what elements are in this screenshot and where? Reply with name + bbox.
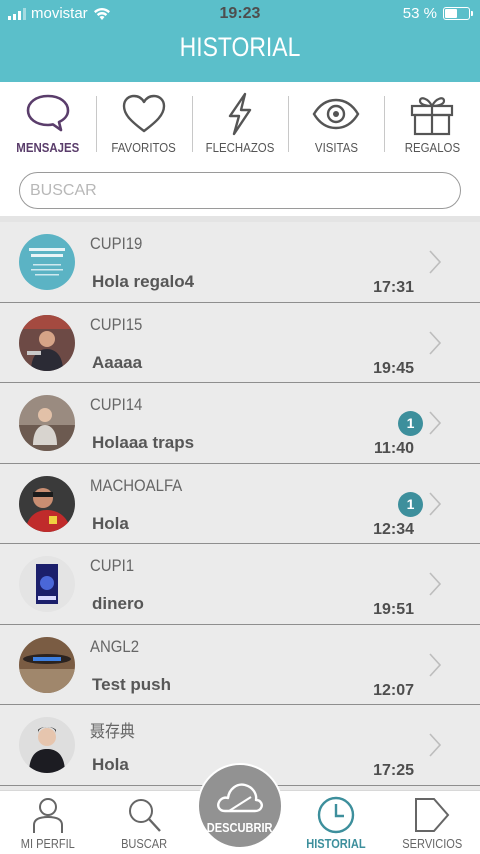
nav-label: BUSCAR <box>120 836 168 851</box>
tab-flechazos[interactable]: FLECHAZOS <box>192 82 288 160</box>
nav-servicios[interactable]: SERVICIOS <box>384 791 480 854</box>
avatar <box>19 475 75 532</box>
message-time: 17:31 <box>373 279 414 296</box>
gift-icon <box>410 97 454 136</box>
tab-visitas[interactable]: VISITAS <box>288 82 384 160</box>
avatar <box>19 314 75 371</box>
last-message: dinero <box>92 594 144 613</box>
avatar <box>19 717 75 773</box>
nav-label: SERVICIOS <box>402 836 462 851</box>
history-tabs: MENSAJES FAVORITOS FLECHAZOS VISITAS REG… <box>0 82 480 160</box>
conversation-row[interactable]: MACHOALFA Hola 12:34 1 <box>0 463 480 544</box>
page-title: HISTORIAL <box>179 32 301 62</box>
clock-icon <box>317 796 355 834</box>
last-message: Hola <box>92 513 129 533</box>
conversation-row[interactable]: CUPI19 Hola regalo4 17:31 <box>0 222 480 303</box>
contact-name: ANGL2 <box>90 636 140 656</box>
tab-mensajes[interactable]: MENSAJES <box>0 82 96 160</box>
unread-badge: 1 <box>398 411 423 436</box>
message-time: 12:07 <box>373 681 414 699</box>
battery-icon <box>443 7 473 20</box>
heart-icon <box>122 94 166 133</box>
header-bar: movistar 19:23 53 % HISTORIAL <box>0 0 480 82</box>
nav-mi-perfil[interactable]: MI PERFIL <box>0 791 96 854</box>
nav-label: HISTORIAL <box>306 836 366 851</box>
conversation-row[interactable]: ANGL2 Test push 12:07 <box>0 624 480 705</box>
tab-label: VISITAS <box>314 140 358 155</box>
chat-bubble-icon <box>26 94 70 132</box>
nav-historial[interactable]: HISTORIAL <box>288 791 384 854</box>
discover-button[interactable]: DESCUBRIR <box>197 763 283 849</box>
contact-name: CUPI19 <box>90 234 143 253</box>
last-message: Aaaaa <box>92 352 143 372</box>
chevron-right-icon <box>429 250 442 274</box>
tag-arrow-icon <box>415 798 450 832</box>
avatar <box>19 636 75 693</box>
tab-label: MENSAJES <box>16 140 80 155</box>
message-time: 11:40 <box>373 440 414 457</box>
chevron-right-icon <box>429 491 442 516</box>
lightning-icon <box>228 92 252 136</box>
last-message: Hola <box>92 755 129 774</box>
nav-buscar[interactable]: BUSCAR <box>96 791 192 854</box>
cloud-icon <box>217 783 263 813</box>
chevron-right-icon <box>429 572 442 596</box>
tab-label: FAVORITOS <box>111 140 177 155</box>
user-icon <box>33 798 63 833</box>
message-time: 19:51 <box>373 601 414 618</box>
search-input[interactable] <box>19 172 461 209</box>
contact-name: CUPI1 <box>90 556 135 575</box>
tab-label: FLECHAZOS <box>205 140 275 155</box>
message-time: 17:25 <box>373 762 414 779</box>
eye-icon <box>312 98 360 130</box>
tab-regalos[interactable]: REGALOS <box>384 82 480 160</box>
chevron-right-icon <box>429 330 442 355</box>
chevron-right-icon <box>429 652 442 677</box>
conversation-row[interactable]: CUPI15 Aaaaa 19:45 <box>0 302 480 383</box>
last-message: Test push <box>92 674 172 694</box>
tab-favoritos[interactable]: FAVORITOS <box>96 82 192 160</box>
unread-badge: 1 <box>398 491 423 517</box>
contact-name: MACHOALFA <box>90 475 183 495</box>
discover-label: DESCUBRIR <box>207 820 273 835</box>
contact-name: CUPI15 <box>90 314 143 334</box>
chevron-right-icon <box>429 411 442 435</box>
conversation-list[interactable]: CUPI19 Hola regalo4 17:31 CUPI15 Aaaaa 1… <box>0 222 480 790</box>
avatar <box>19 234 75 290</box>
chevron-right-icon <box>429 733 442 757</box>
status-bar: movistar 19:23 53 % <box>0 0 480 26</box>
conversation-row[interactable]: CUPI14 Holaaa traps 11:40 1 <box>0 383 480 464</box>
contact-name: CUPI14 <box>90 395 143 414</box>
avatar <box>19 556 75 612</box>
conversation-row[interactable]: CUPI1 dinero 19:51 <box>0 544 480 625</box>
nav-label: MI PERFIL <box>20 836 76 851</box>
contact-name: 聂存典 <box>90 722 135 741</box>
tab-label: REGALOS <box>404 140 460 155</box>
battery-percent: 53 % <box>402 5 437 22</box>
avatar <box>19 395 75 451</box>
last-message: Hola regalo4 <box>92 272 195 291</box>
message-time: 19:45 <box>373 359 414 377</box>
last-message: Holaaa traps <box>92 433 195 452</box>
search-icon <box>129 799 161 832</box>
message-time: 12:34 <box>373 520 414 538</box>
